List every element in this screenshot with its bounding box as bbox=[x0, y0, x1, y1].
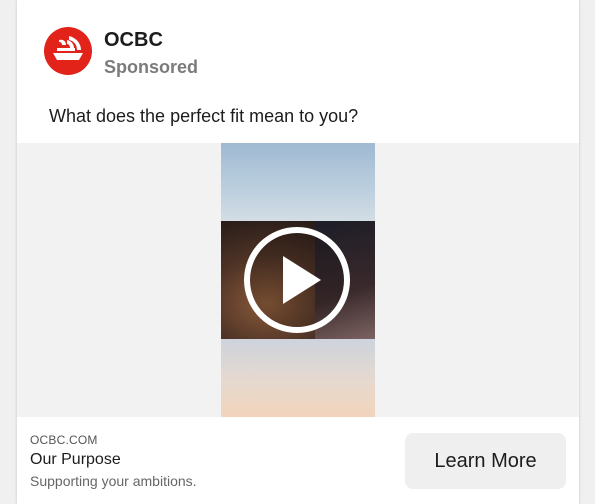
ad-header: OCBC Sponsored What does the perfect fit… bbox=[17, 0, 579, 143]
link-domain: OCBC.COM bbox=[30, 433, 98, 447]
ad-primary-text: What does the perfect fit mean to you? bbox=[49, 106, 359, 126]
ad-media[interactable] bbox=[17, 143, 579, 417]
ocbc-logo-icon[interactable] bbox=[43, 26, 93, 76]
play-icon[interactable] bbox=[243, 226, 351, 334]
ad-card: OCBC Sponsored What does the perfect fit… bbox=[17, 0, 579, 504]
video-frame-sunset bbox=[221, 339, 375, 417]
learn-more-button[interactable]: Learn More bbox=[405, 433, 566, 489]
ad-link-footer[interactable]: OCBC.COM Our Purpose Supporting your amb… bbox=[17, 417, 579, 504]
sponsored-label: Sponsored bbox=[104, 57, 199, 77]
link-headline[interactable]: Our Purpose bbox=[30, 451, 121, 469]
video-thumbnail[interactable] bbox=[221, 143, 375, 417]
video-frame-sky bbox=[221, 143, 375, 221]
link-description: Supporting your ambitions. bbox=[30, 473, 197, 489]
advertiser-name[interactable]: OCBC bbox=[104, 29, 163, 52]
